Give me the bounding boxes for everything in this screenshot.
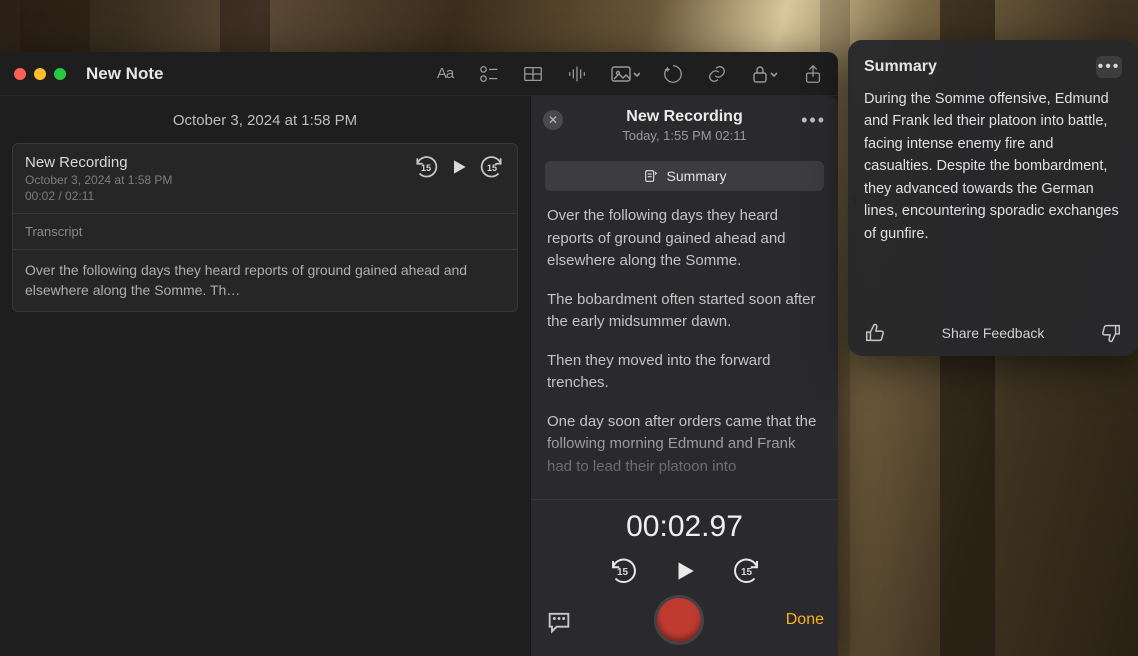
audio-button[interactable] [566, 63, 588, 85]
note-timestamp: October 3, 2024 at 1:58 PM [0, 96, 530, 137]
panel-more-button[interactable]: ••• [801, 110, 826, 131]
popover-more-button[interactable]: ••• [1096, 56, 1122, 78]
playback-timer: 00:02.97 [545, 510, 824, 544]
intelligence-button[interactable] [662, 63, 684, 85]
skip-back-button[interactable]: 15 [413, 154, 439, 180]
recording-elapsed: 00:02 / 02:11 [25, 189, 405, 203]
minimize-window-button[interactable] [34, 68, 46, 80]
recording-subtitle: October 3, 2024 at 1:58 PM [25, 173, 405, 187]
window-title: New Note [86, 64, 163, 84]
lock-icon [750, 62, 780, 86]
media-button[interactable] [610, 63, 640, 85]
summary-text: During the Somme offensive, Edmund and F… [864, 88, 1122, 312]
record-button[interactable] [657, 598, 701, 642]
recording-attachment-card[interactable]: New Recording October 3, 2024 at 1:58 PM… [12, 143, 518, 312]
lock-button[interactable] [750, 63, 780, 85]
notes-window: New Note Aa [0, 52, 838, 656]
close-panel-button[interactable]: ✕ [543, 110, 563, 130]
panel-subtitle: Today, 1:55 PM 02:11 [545, 128, 824, 143]
transcript-paragraph: Over the following days they heard repor… [547, 205, 822, 273]
chat-icon [545, 608, 573, 636]
done-button[interactable]: Done [786, 611, 824, 629]
format-icon: Aa [437, 65, 453, 82]
summary-tab-button[interactable]: Summary [545, 161, 824, 191]
skip-forward-button[interactable]: 15 [732, 556, 762, 586]
transcript-paragraph: The bobardment often started soon after … [547, 289, 822, 334]
format-button[interactable]: Aa [434, 63, 456, 85]
zoom-window-button[interactable] [54, 68, 66, 80]
thumbs-down-button[interactable] [1100, 322, 1122, 344]
transcript-paragraph: One day soon after orders came that the … [547, 411, 822, 479]
summary-icon [643, 168, 659, 184]
content-area: October 3, 2024 at 1:58 PM New Recording… [0, 96, 838, 656]
sparkle-circle-icon [662, 63, 684, 85]
transcript-excerpt: Over the following days they heard repor… [25, 260, 505, 301]
checklist-button[interactable] [478, 63, 500, 85]
link-button[interactable] [706, 63, 728, 85]
share-icon [802, 63, 824, 85]
waveform-icon [566, 63, 588, 85]
more-icon: ••• [1098, 58, 1121, 76]
table-button[interactable] [522, 63, 544, 85]
close-window-button[interactable] [14, 68, 26, 80]
media-icon [610, 62, 640, 86]
play-icon [672, 558, 698, 584]
checklist-icon [478, 63, 500, 85]
share-button[interactable] [802, 63, 824, 85]
summary-tab-label: Summary [667, 168, 727, 184]
recording-panel: ✕ ••• New Recording Today, 1:55 PM 02:11… [530, 96, 838, 656]
more-icon: ••• [801, 110, 826, 130]
note-body[interactable]: October 3, 2024 at 1:58 PM New Recording… [0, 96, 530, 656]
skip-forward-button[interactable]: 15 [479, 154, 505, 180]
recording-title: New Recording [25, 154, 405, 171]
summary-popover: Summary ••• During the Somme offensive, … [848, 40, 1138, 356]
transcript-scroll[interactable]: Over the following days they heard repor… [531, 199, 838, 499]
play-button[interactable] [449, 157, 469, 177]
play-icon [449, 157, 469, 177]
panel-title: New Recording [545, 108, 824, 126]
thumbs-down-icon [1100, 322, 1122, 344]
share-feedback-button[interactable]: Share Feedback [942, 325, 1045, 341]
toolbar: Aa [434, 63, 824, 85]
link-icon [706, 63, 728, 85]
transcript-paragraph: Then they moved into the forward trenche… [547, 350, 822, 395]
popover-title: Summary [864, 58, 937, 76]
thumbs-up-button[interactable] [864, 322, 886, 344]
thumbs-up-icon [864, 322, 886, 344]
titlebar: New Note Aa [0, 52, 838, 96]
transcript-toggle-button[interactable] [545, 608, 573, 632]
window-controls [14, 68, 66, 80]
transport-controls: 15 15 [545, 556, 824, 586]
play-button[interactable] [672, 558, 698, 584]
close-icon: ✕ [548, 113, 558, 127]
table-icon [522, 63, 544, 85]
transcript-label: Transcript [25, 224, 505, 239]
skip-back-button[interactable]: 15 [608, 556, 638, 586]
